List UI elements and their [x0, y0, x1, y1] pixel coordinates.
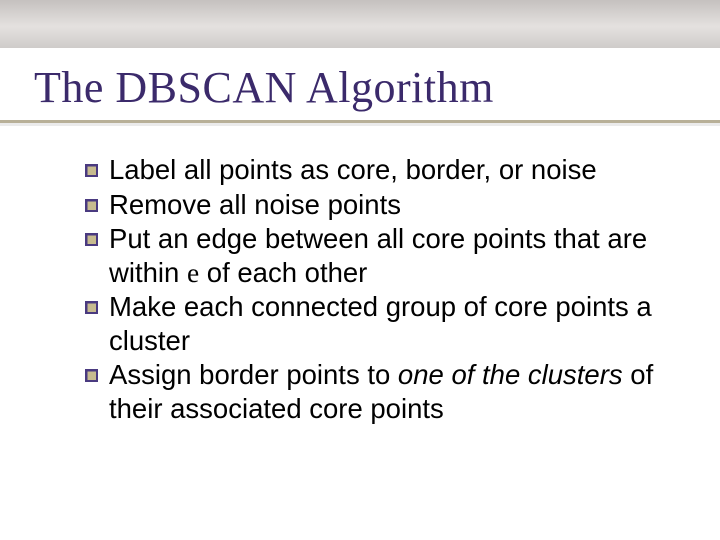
italic-text: one of the clusters: [398, 359, 623, 390]
list-item-text: Make each connected group of core points…: [109, 291, 652, 356]
slide: The DBSCAN Algorithm Label all points as…: [0, 0, 720, 540]
bullet-icon: [85, 233, 98, 246]
list-item: Assign border points to one of the clust…: [85, 358, 665, 425]
slide-title: The DBSCAN Algorithm: [34, 62, 494, 113]
bullet-icon: [85, 164, 98, 177]
list-item: Label all points as core, border, or noi…: [85, 153, 665, 187]
list-item: Put an edge between all core points that…: [85, 222, 665, 289]
list-item-text: Put an edge between all core points that…: [109, 223, 647, 288]
list-item: Remove all noise points: [85, 188, 665, 222]
list-item-text: Assign border points to one of the clust…: [109, 359, 653, 424]
bullet-list: Label all points as core, border, or noi…: [85, 153, 665, 426]
bullet-icon: [85, 301, 98, 314]
list-item-text: Label all points as core, border, or noi…: [109, 154, 597, 185]
epsilon-symbol: e: [187, 257, 199, 288]
bullet-icon: [85, 199, 98, 212]
text-segment: of each other: [199, 257, 367, 288]
list-item: Make each connected group of core points…: [85, 290, 665, 357]
list-item-text: Remove all noise points: [109, 189, 401, 220]
title-underline: [0, 120, 720, 123]
bullet-icon: [85, 369, 98, 382]
text-segment: Assign border points to: [109, 359, 398, 390]
header-gradient-bar: [0, 0, 720, 48]
